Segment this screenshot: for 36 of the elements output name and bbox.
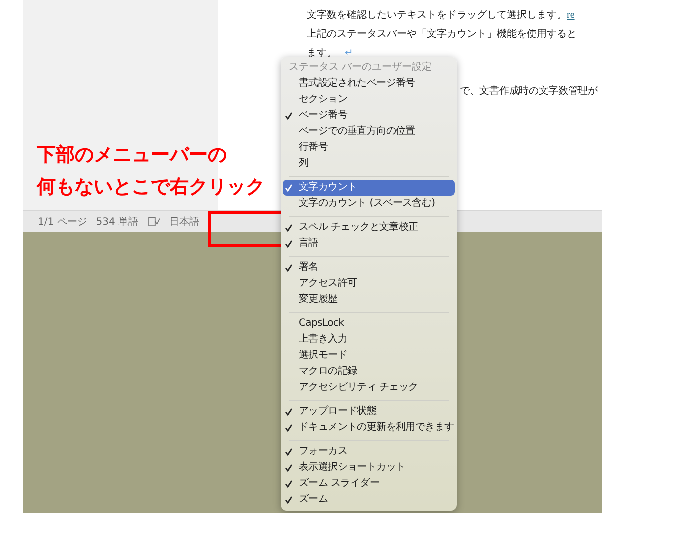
menu-item[interactable]: 上書き入力 [283,332,455,348]
menu-item[interactable]: 言語 [283,236,455,252]
proofing-icon[interactable] [148,216,161,226]
menu-item[interactable]: スペル チェックと文章校正 [283,220,455,236]
menu-item[interactable]: 表示選択ショートカット [283,460,455,476]
menu-item[interactable]: ページでの垂直方向の位置 [283,124,455,140]
menu-item[interactable]: フォーカス [283,444,455,460]
menu-item[interactable]: アクセス許可 [283,276,455,292]
menu-item[interactable]: 書式設定されたページ番号 [283,76,455,92]
menu-item[interactable]: ドキュメントの更新を利用できます [283,420,455,436]
menu-item[interactable]: CapsLock [283,316,455,332]
menu-item[interactable]: マクロの記録 [283,364,455,380]
menu-item[interactable]: 変更履歴 [283,292,455,308]
menu-item[interactable]: アップロード状態 [283,404,455,420]
menu-item[interactable]: 行番号 [283,140,455,156]
menu-item[interactable]: 署名 [283,260,455,276]
paragraph-mark: ↵ [345,48,353,59]
menu-item[interactable]: ズーム [283,492,455,508]
annotation-text: 何もないとこで右クリック [37,175,265,200]
language[interactable]: 日本語 [170,214,200,228]
menu-item[interactable]: 列 [283,156,455,172]
annotation-text: 下部のメニューバーの [37,143,227,168]
menu-item[interactable]: ズーム スライダー [283,476,455,492]
menu-item[interactable]: アクセシビリティ チェック [283,380,455,396]
body-text: 上記のステータスバーや「文字カウント」機能を使用すると [307,29,577,40]
menu-item[interactable]: セクション [283,92,455,108]
link[interactable]: re [567,10,575,21]
menu-title: ステータス バーのユーザー設定 [288,60,434,75]
body-text: で、文書作成時の文字数管理が [460,86,598,97]
menu-item[interactable]: ページ番号 [283,108,455,124]
menu-item[interactable]: 文字のカウント (スペース含む) [283,196,455,212]
menu-item[interactable]: 選択モード [283,348,455,364]
menu-item[interactable]: 文字カウント [283,180,455,196]
body-text: 文字数を確認したいテキストをドラッグして選択します。 [307,10,567,21]
word-count[interactable]: 534 単語 [96,214,139,228]
page-count[interactable]: 1/1 ページ [38,214,88,228]
